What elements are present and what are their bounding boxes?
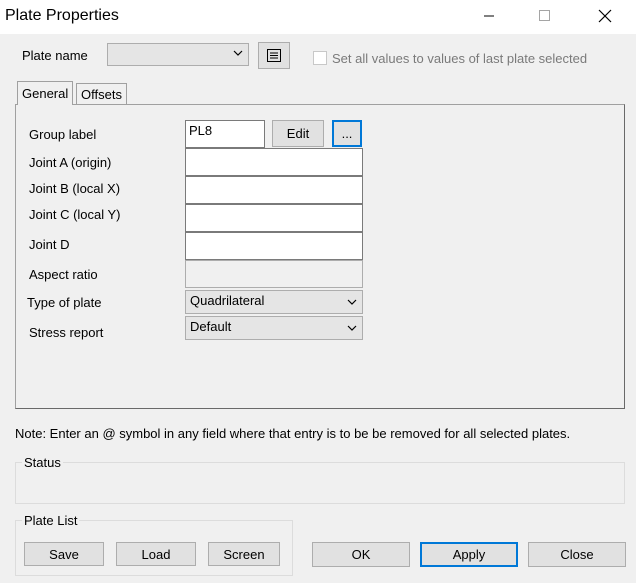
- group-label-label: Group label: [29, 127, 97, 142]
- joint-a-label: Joint A (origin): [29, 155, 112, 170]
- minimize-icon: [484, 15, 494, 17]
- close-button[interactable]: Close: [528, 542, 626, 567]
- aspect-ratio-field: [185, 260, 363, 288]
- list-icon: [267, 49, 281, 62]
- plate-type-label: Type of plate: [27, 295, 102, 310]
- close-window-button[interactable]: [582, 0, 628, 32]
- window-title: Plate Properties: [5, 7, 119, 24]
- chevron-down-icon: [233, 50, 243, 56]
- plate-list-label: Plate List: [22, 513, 80, 528]
- chevron-down-icon: [347, 299, 357, 305]
- tab-general-label: General: [22, 86, 69, 101]
- apply-button[interactable]: Apply: [420, 542, 518, 567]
- stress-report-dropdown[interactable]: Default: [185, 316, 363, 340]
- joint-d-field[interactable]: [185, 232, 363, 260]
- load-button[interactable]: Load: [116, 542, 196, 566]
- joint-c-label: Joint C (local Y): [29, 207, 121, 222]
- ok-button[interactable]: OK: [312, 542, 410, 567]
- chevron-down-icon: [347, 325, 357, 331]
- aspect-ratio-label: Aspect ratio: [29, 267, 98, 282]
- plate-name-label: Plate name: [22, 48, 88, 63]
- tab-general[interactable]: General: [17, 81, 74, 105]
- joint-c-field[interactable]: [185, 204, 363, 232]
- joint-d-label: Joint D: [29, 237, 70, 252]
- maximize-button: [522, 0, 568, 32]
- joint-b-label: Joint B (local X): [29, 181, 121, 196]
- note-text: Note: Enter an @ symbol in any field whe…: [15, 426, 571, 441]
- joint-b-field[interactable]: [185, 176, 363, 204]
- plate-name-dropdown[interactable]: [107, 43, 249, 66]
- edit-button[interactable]: Edit: [272, 120, 324, 147]
- stress-report-label: Stress report: [29, 325, 104, 340]
- save-button[interactable]: Save: [24, 542, 104, 566]
- maximize-icon: [539, 10, 550, 21]
- plate-type-value: Quadrilateral: [190, 293, 265, 308]
- status-label: Status: [22, 455, 63, 470]
- stress-report-value: Default: [190, 319, 232, 334]
- close-icon: [598, 9, 612, 23]
- tab-offsets[interactable]: Offsets: [76, 83, 127, 105]
- status-group: [15, 462, 625, 504]
- group-label-field[interactable]: PL8: [185, 120, 265, 148]
- tab-offsets-label: Offsets: [81, 87, 122, 102]
- joint-a-field[interactable]: [185, 148, 363, 176]
- screen-button[interactable]: Screen: [208, 542, 280, 566]
- browse-button[interactable]: ...: [332, 120, 362, 147]
- plate-type-dropdown[interactable]: Quadrilateral: [185, 290, 363, 314]
- plate-list-button[interactable]: [258, 42, 290, 69]
- minimize-button[interactable]: [466, 0, 512, 32]
- set-all-label: Set all values to values of last plate s…: [332, 51, 588, 66]
- set-all-checkbox[interactable]: [313, 51, 327, 65]
